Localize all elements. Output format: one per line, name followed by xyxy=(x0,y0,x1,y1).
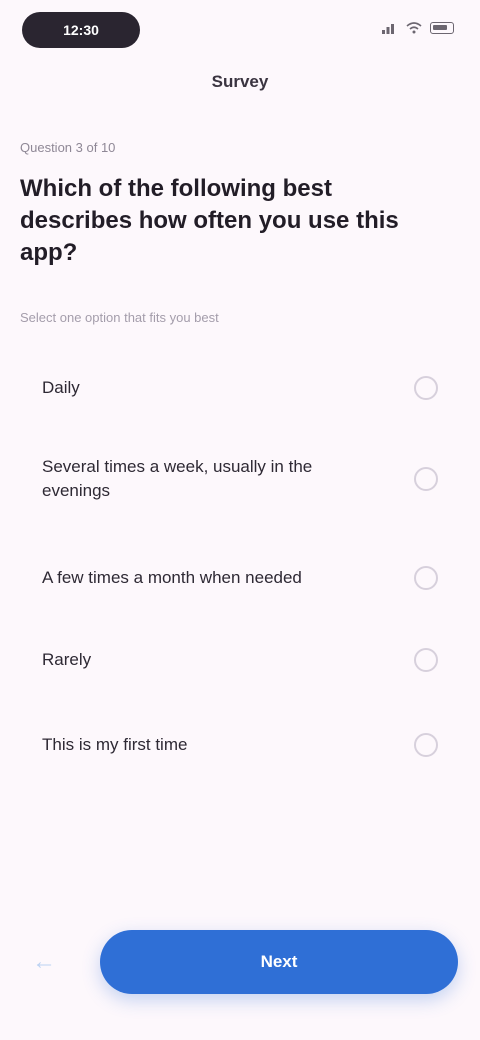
question-content: Question 3 of 10 Which of the following … xyxy=(20,140,460,791)
wifi-icon xyxy=(406,22,422,34)
step-label: Question 3 of 10 xyxy=(20,140,116,155)
radio-button[interactable] xyxy=(414,467,438,491)
option-label: Several times a week, usually in the eve… xyxy=(42,457,313,500)
signal-icon xyxy=(382,24,394,34)
back-arrow-icon[interactable]: ← xyxy=(30,948,58,976)
option-label: Rarely xyxy=(42,650,92,669)
option-item[interactable]: Daily xyxy=(20,353,460,423)
radio-button[interactable] xyxy=(414,376,438,400)
status-bar: 12:30 xyxy=(0,0,480,64)
page-title: Survey xyxy=(211,72,269,91)
option-item[interactable]: A few times a month when needed xyxy=(20,535,460,621)
radio-button[interactable] xyxy=(414,648,438,672)
option-label: A few times a month when needed xyxy=(42,568,302,587)
battery-icon xyxy=(430,22,454,34)
option-label: This is my first time xyxy=(42,735,188,754)
option-item[interactable]: This is my first time xyxy=(20,699,460,791)
option-label: Daily xyxy=(42,378,80,397)
option-list: Daily Several times a week, usually in t… xyxy=(20,353,460,791)
radio-button[interactable] xyxy=(414,566,438,590)
status-icons xyxy=(382,22,454,34)
footer: ← Next xyxy=(0,916,480,1008)
question-text: Which of the following best describes ho… xyxy=(20,175,399,266)
radio-button[interactable] xyxy=(414,733,438,757)
next-button[interactable]: Next xyxy=(100,930,458,994)
option-item[interactable]: Several times a week, usually in the eve… xyxy=(20,423,460,535)
helper-text: Select one option that fits you best xyxy=(20,310,219,325)
option-item[interactable]: Rarely xyxy=(20,621,460,699)
status-time: 12:30 xyxy=(22,12,140,48)
